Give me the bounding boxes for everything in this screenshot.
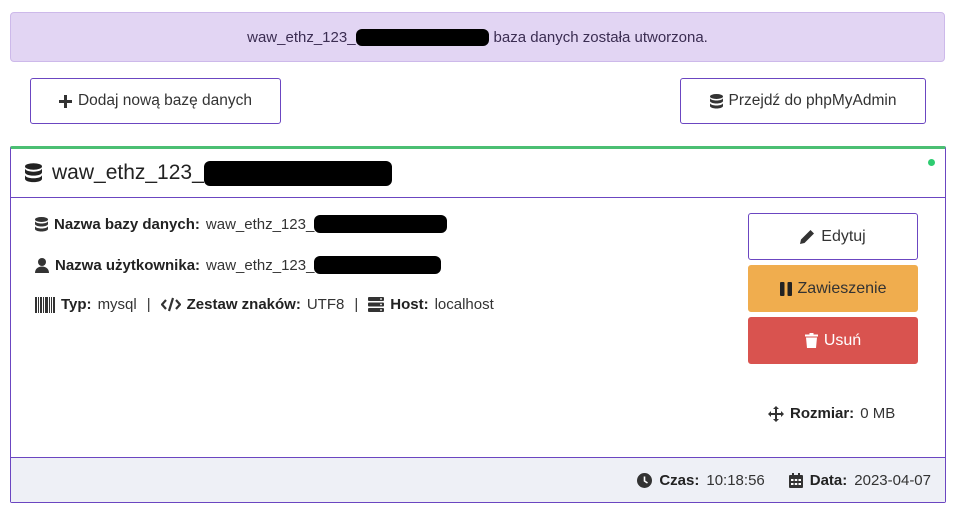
code-icon xyxy=(160,297,181,312)
db-name-label: Nazwa bazy danych: xyxy=(54,215,200,233)
alert-message: baza danych została utworzona. xyxy=(493,28,708,46)
time-info: Czas: 10:18:56 xyxy=(637,471,765,489)
suspend-button[interactable]: Zawieszenie xyxy=(748,265,918,312)
redaction-box xyxy=(355,28,489,46)
phpmyadmin-button[interactable]: Przejdź do phpMyAdmin xyxy=(680,78,926,124)
redaction-box xyxy=(203,160,392,186)
edit-label: Edytuj xyxy=(821,227,866,245)
separator: | xyxy=(354,296,359,313)
charset-label: Zestaw znaków: xyxy=(186,296,301,313)
edit-button[interactable]: Edytuj xyxy=(748,213,918,260)
barcode-icon xyxy=(35,296,55,313)
card-title-text: waw_ethz_123_ xyxy=(52,161,204,184)
delete-label: Usuń xyxy=(823,331,862,349)
pause-icon xyxy=(779,281,792,296)
clock-icon xyxy=(637,472,653,488)
add-database-label: Dodaj nową bazę danych xyxy=(77,92,253,109)
phpmyadmin-label: Przejdź do phpMyAdmin xyxy=(728,92,897,109)
calendar-icon xyxy=(788,472,803,488)
alert-db-name: waw_ethz_123_ xyxy=(247,28,356,46)
db-name-row: Nazwa bazy danych: waw_ethz_123_ xyxy=(35,215,448,233)
redaction-box xyxy=(314,256,442,274)
details-row: Typ: mysql | Zestaw znaków: UTF8 | Host:… xyxy=(35,296,494,313)
redaction-box xyxy=(314,215,448,233)
host-value: localhost xyxy=(434,296,494,313)
trash-icon xyxy=(804,333,818,348)
suspend-label: Zawieszenie xyxy=(797,279,887,297)
size-value: 0 MB xyxy=(860,405,896,422)
user-icon xyxy=(35,257,49,273)
charset-value: UTF8 xyxy=(306,296,345,313)
separator: | xyxy=(146,296,151,313)
arrows-icon xyxy=(768,405,784,422)
time-label: Czas: xyxy=(659,471,700,489)
date-label: Data: xyxy=(809,471,848,489)
plus-icon xyxy=(58,94,72,108)
success-alert: waw_ethz_123_ baza danych została utworz… xyxy=(10,12,945,62)
database-icon xyxy=(35,216,48,232)
date-value: 2023-04-07 xyxy=(854,471,931,489)
user-label: Nazwa użytkownika: xyxy=(55,256,201,274)
size-label: Rozmiar: xyxy=(790,405,855,422)
database-icon xyxy=(25,163,42,183)
pencil-icon xyxy=(800,229,815,244)
type-label: Typ: xyxy=(61,296,92,313)
date-info: Data: 2023-04-07 xyxy=(788,471,931,489)
user-value: waw_ethz_123_ xyxy=(206,256,315,274)
card-footer: Czas: 10:18:56 Data: 2023-04-07 xyxy=(11,457,945,502)
delete-button[interactable]: Usuń xyxy=(748,317,918,364)
card-title: waw_ethz_123_ xyxy=(52,160,392,186)
database-icon xyxy=(709,93,723,109)
user-row: Nazwa użytkownika: waw_ethz_123_ xyxy=(35,256,442,274)
database-card: waw_ethz_123_ Nazwa bazy danych: waw_eth… xyxy=(10,146,946,503)
add-database-button[interactable]: Dodaj nową bazę danych xyxy=(30,78,281,124)
db-name-value: waw_ethz_123_ xyxy=(205,215,315,233)
type-value: mysql xyxy=(97,296,137,313)
card-header: waw_ethz_123_ xyxy=(11,149,945,198)
time-value: 10:18:56 xyxy=(706,471,765,489)
size-info: Rozmiar: 0 MB xyxy=(768,405,895,422)
host-label: Host: xyxy=(390,296,429,313)
server-icon xyxy=(368,297,385,312)
status-indicator xyxy=(928,159,935,166)
